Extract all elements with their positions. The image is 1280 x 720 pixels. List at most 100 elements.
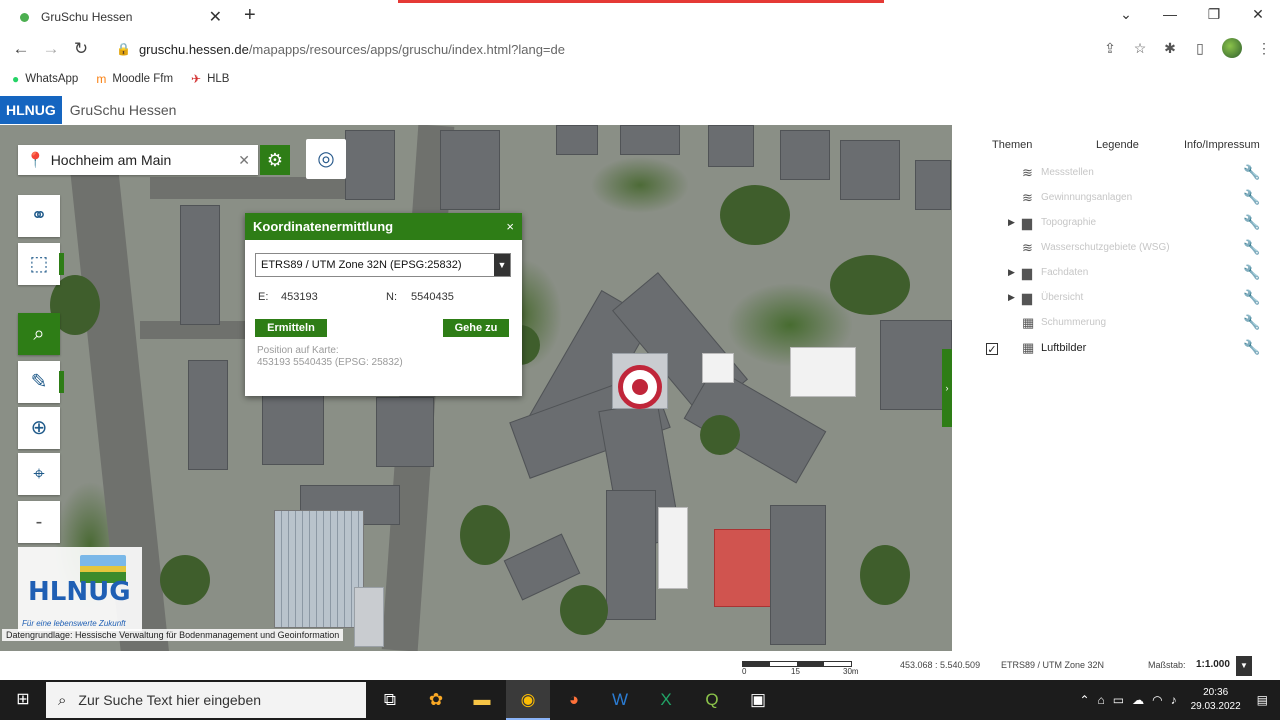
easting-label: E: <box>258 291 269 303</box>
firefox-icon[interactable]: ◕ <box>552 680 596 720</box>
taskbar-search[interactable]: ⌕ Zur Suche Text hier eingeben <box>46 682 366 718</box>
easting-value[interactable]: 453193 <box>281 291 318 303</box>
forward-icon[interactable]: → <box>36 39 66 59</box>
volume-icon[interactable]: ♪ <box>1171 693 1177 707</box>
network-icon[interactable]: ⌂ <box>1098 693 1105 707</box>
overview-button[interactable]: ⚭ <box>18 195 60 237</box>
layer-row[interactable]: ▦ Schummerung 🔧 <box>952 313 1280 338</box>
expand-arrow-icon[interactable]: ▶ <box>1008 267 1015 278</box>
layer-row[interactable]: ▶ ▆ Fachdaten 🔧 <box>952 263 1280 288</box>
scale-value[interactable]: 1:1.000 <box>1196 659 1230 670</box>
menu-icon[interactable]: ⋮ <box>1256 40 1272 57</box>
locate-button[interactable]: ⌖ <box>18 453 60 495</box>
expand-arrow-icon[interactable]: ▶ <box>1008 292 1015 303</box>
layer-row[interactable]: ✓ ▦ Luftbilder 🔧 <box>952 338 1280 363</box>
profile-avatar[interactable] <box>1222 38 1242 58</box>
layer-tools-icon[interactable]: 🔧 <box>1243 239 1260 256</box>
bookmark-star-icon[interactable]: ☆ <box>1132 40 1148 57</box>
wifi-icon[interactable]: ◠ <box>1152 693 1162 707</box>
clock[interactable]: 20:36 29.03.2022 <box>1191 686 1241 714</box>
bookmark-hlb[interactable]: ✈ HLB <box>191 72 229 86</box>
tool-expand-tab[interactable] <box>59 253 64 275</box>
location-search-input[interactable] <box>50 152 239 168</box>
map-view[interactable]: 📍 ✕ ⚙ ◎ ⚭ ⬚ ⌕ ✎ ⊕ ⌖ - HLNUG Für eine leb… <box>0 125 952 651</box>
new-tab-button[interactable]: + <box>244 4 256 27</box>
snipping-tool-icon[interactable]: ▣ <box>736 680 780 720</box>
battery-icon[interactable]: ▭ <box>1113 693 1124 707</box>
ermitteln-button[interactable]: Ermitteln <box>255 319 327 337</box>
bookmark-moodle[interactable]: m Moodle Ffm <box>96 72 173 86</box>
tab-search-icon[interactable]: ⌄ <box>1104 0 1148 30</box>
layer-row[interactable]: ≋ Gewinnungsanlagen 🔧 <box>952 188 1280 213</box>
layer-checkbox[interactable]: ✓ <box>986 343 998 356</box>
windows-start-icon[interactable]: ⊞ <box>0 680 46 720</box>
layer-tools-icon[interactable]: 🔧 <box>1243 339 1260 356</box>
file-explorer-icon[interactable]: ▬ <box>460 680 504 720</box>
chrome-icon[interactable]: ◉ <box>506 680 550 720</box>
popup-close-icon[interactable]: × <box>506 219 514 234</box>
scale-label: Maßstab: <box>1148 660 1186 670</box>
restore-button[interactable]: ❐ <box>1192 0 1236 30</box>
crs-select[interactable]: ETRS89 / UTM Zone 32N (EPSG:25832) ▼ <box>255 253 511 277</box>
side-panel-icon[interactable]: ▯ <box>1192 40 1208 57</box>
tab-themen[interactable]: Themen <box>992 139 1032 151</box>
layer-tools-icon[interactable]: 🔧 <box>1243 264 1260 281</box>
coordinate-tool-button[interactable]: ⌕ <box>18 313 60 355</box>
gehe-zu-button[interactable]: Gehe zu <box>443 319 509 337</box>
scale-dropdown-icon[interactable]: ▼ <box>1236 656 1252 676</box>
globe-search-icon: ◎ <box>317 148 335 170</box>
basemap-switch-button[interactable]: ◎ <box>306 139 346 179</box>
draw-tool-button[interactable]: ✎ <box>18 361 64 403</box>
cloud-icon[interactable]: ☁ <box>1132 693 1144 707</box>
task-view-icon[interactable]: ⧉ <box>368 680 412 720</box>
building <box>790 347 856 397</box>
status-crs: ETRS89 / UTM Zone 32N <box>1001 660 1105 670</box>
layer-row[interactable]: ≋ Wasserschutzgebiete (WSG) 🔧 <box>952 238 1280 263</box>
select-tool-button[interactable]: ⬚ <box>18 243 64 285</box>
share-icon[interactable]: ⇪ <box>1102 40 1118 57</box>
layer-row[interactable]: ≋ Messstellen 🔧 <box>952 163 1280 188</box>
scale-tick-label: 0 <box>742 667 747 676</box>
northing-value[interactable]: 5540435 <box>411 291 454 303</box>
bookmark-label: WhatsApp <box>25 73 79 85</box>
tab-info-impressum[interactable]: Info/Impressum <box>1184 139 1260 151</box>
lock-icon[interactable]: 🔒 <box>116 42 131 56</box>
back-icon[interactable]: ← <box>6 39 36 59</box>
chevron-down-icon: ▼ <box>494 254 510 276</box>
browser-tab[interactable]: GruSchu Hessen ✕ <box>8 2 234 32</box>
layer-tools-icon[interactable]: 🔧 <box>1243 164 1260 181</box>
window-controls: ⌄ — ❐ ✕ <box>1104 0 1280 30</box>
minimize-button[interactable]: — <box>1148 0 1192 30</box>
layer-row[interactable]: ▶ ▆ Topographie 🔧 <box>952 213 1280 238</box>
layer-tools-icon[interactable]: 🔧 <box>1243 189 1260 206</box>
expand-arrow-icon[interactable]: ▶ <box>1008 217 1015 228</box>
coordinate-popup: Koordinatenermittlung × ETRS89 / UTM Zon… <box>245 213 522 396</box>
layer-tools-icon[interactable]: 🔧 <box>1243 214 1260 231</box>
url-field[interactable]: gruschu.hessen.de/mapapps/resources/apps… <box>139 42 565 57</box>
zoom-in-tool-button[interactable]: ⊕ <box>18 407 60 449</box>
tray-overflow-icon[interactable]: ⌃ <box>1079 693 1089 707</box>
excel-icon[interactable]: X <box>644 680 688 720</box>
layer-tools-icon[interactable]: 🔧 <box>1243 314 1260 331</box>
panel-toggle-tab[interactable]: › <box>942 349 952 427</box>
paint-app-icon[interactable]: ✿ <box>414 680 458 720</box>
tool-expand-tab[interactable] <box>59 371 64 393</box>
bookmark-whatsapp[interactable]: ● WhatsApp <box>12 72 78 86</box>
word-icon[interactable]: W <box>598 680 642 720</box>
extensions-icon[interactable]: ✱ <box>1162 40 1178 57</box>
helipad-marker <box>618 365 662 409</box>
layer-label: Übersicht <box>1041 292 1084 303</box>
tab-close-icon[interactable]: ✕ <box>209 7 222 27</box>
reload-icon[interactable]: ↻ <box>66 39 96 59</box>
tab-legende[interactable]: Legende <box>1096 139 1139 151</box>
search-settings-button[interactable]: ⚙ <box>260 145 290 175</box>
layer-tools-icon[interactable]: 🔧 <box>1243 289 1260 306</box>
brand-badge[interactable]: HLNUG <box>0 96 62 124</box>
clear-search-icon[interactable]: ✕ <box>238 152 250 169</box>
notifications-icon[interactable]: ▤ <box>1257 693 1268 707</box>
layer-row[interactable]: ▶ ▆ Übersicht 🔧 <box>952 288 1280 313</box>
zoom-out-button[interactable]: - <box>18 501 60 543</box>
favicon-icon <box>20 12 29 22</box>
close-window-button[interactable]: ✕ <box>1236 0 1280 30</box>
qgis-icon[interactable]: Q <box>690 680 734 720</box>
